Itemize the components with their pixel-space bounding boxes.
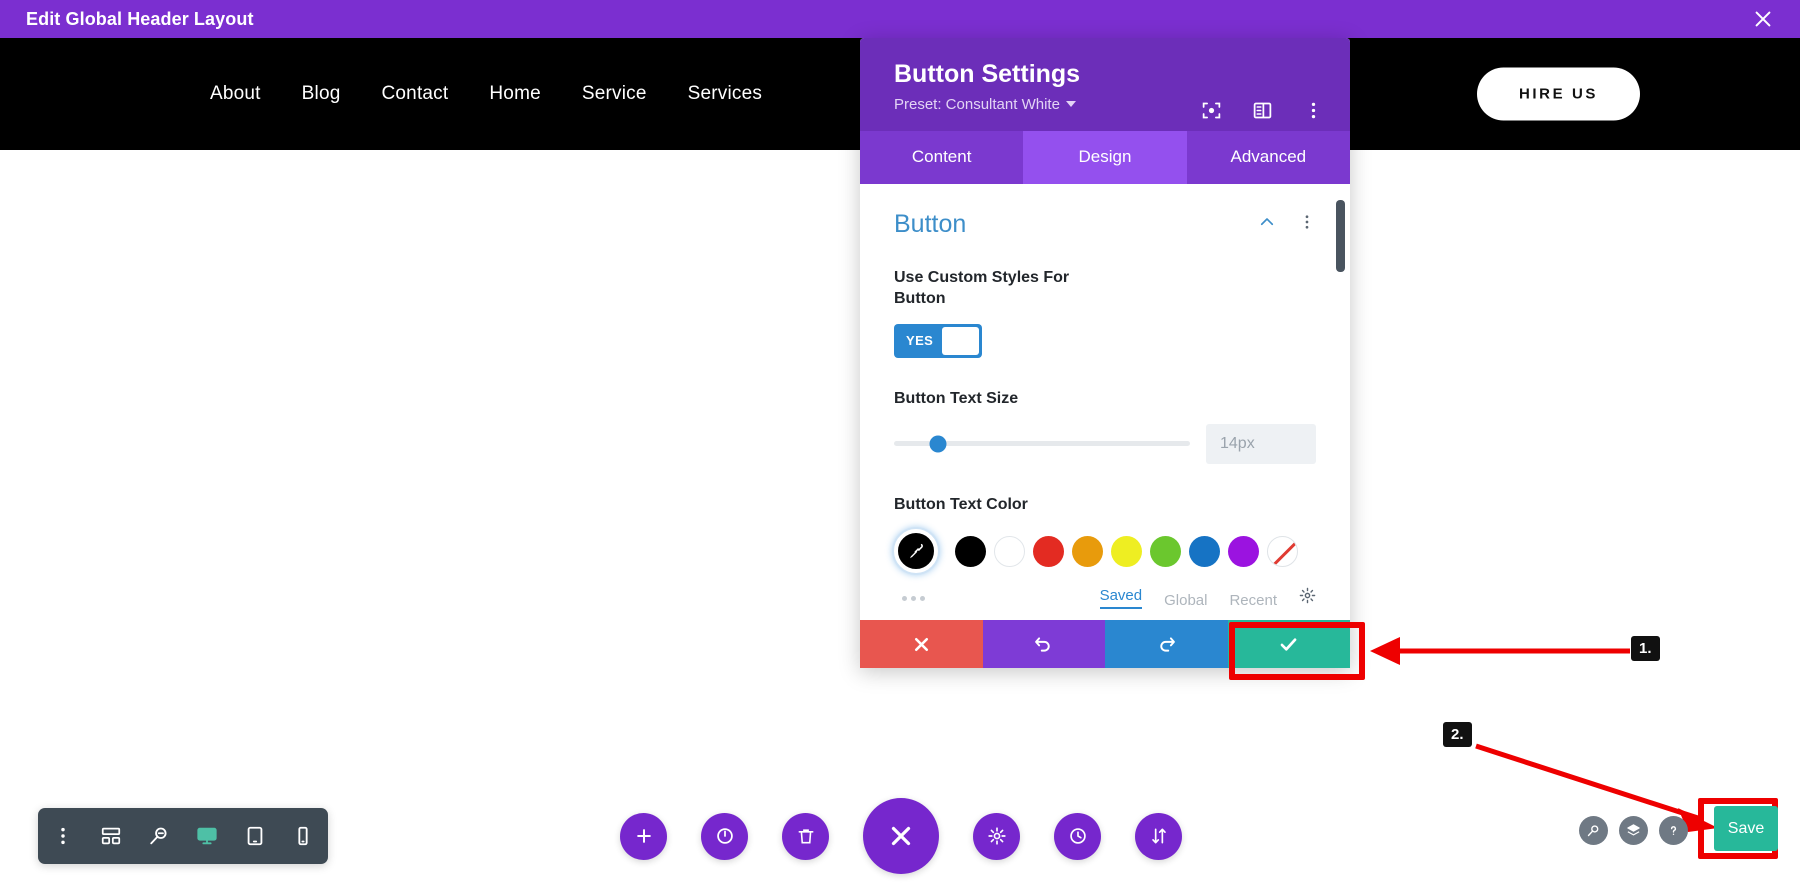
swatch-black[interactable] <box>955 535 986 567</box>
preset-label: Preset: Consultant White <box>894 95 1060 113</box>
desktop-icon[interactable] <box>196 825 218 847</box>
admin-bar: Edit Global Header Layout <box>0 0 1800 38</box>
nav-item-services[interactable]: Services <box>688 83 762 105</box>
color-tab-recent[interactable]: Recent <box>1229 592 1277 609</box>
field-label-text-color: Button Text Color <box>894 495 1028 513</box>
modal-redo-button[interactable] <box>1105 620 1228 668</box>
bottom-left-toolbar <box>38 808 328 864</box>
trash-icon[interactable] <box>782 812 829 860</box>
modal-body: Button Use Custom Styles For Button YES … <box>860 183 1350 620</box>
field-custom-styles: Use Custom Styles For Button YES <box>894 267 1316 358</box>
help-icon[interactable] <box>1659 816 1688 845</box>
text-size-input[interactable]: 14px <box>1206 423 1316 464</box>
site-nav: About Blog Contact Home Service Services <box>210 83 762 105</box>
fullscreen-icon[interactable] <box>1201 100 1222 121</box>
swatch-white[interactable] <box>994 535 1025 567</box>
modal-undo-button[interactable] <box>982 620 1105 668</box>
callout-2: 2. <box>1443 722 1472 747</box>
nav-item-service[interactable]: Service <box>582 83 647 105</box>
field-label-custom-styles: Use Custom Styles For Button <box>894 268 1070 308</box>
tablet-icon[interactable] <box>244 825 266 847</box>
tab-content[interactable]: Content <box>860 130 1024 184</box>
modal-tabs: Content Design Advanced <box>860 130 1350 184</box>
swatch-red[interactable] <box>1033 535 1064 567</box>
wireframe-icon[interactable] <box>100 825 122 847</box>
swatch-blue[interactable] <box>1189 535 1220 567</box>
field-text-size: Button Text Size 14px <box>894 388 1316 464</box>
add-icon[interactable] <box>620 812 667 860</box>
nav-item-contact[interactable]: Contact <box>381 83 448 105</box>
callout-1: 1. <box>1631 636 1660 661</box>
field-label-text-size: Button Text Size <box>894 389 1019 407</box>
toggle-value: YES <box>906 333 934 349</box>
zoom-out-icon[interactable] <box>148 825 170 847</box>
text-size-slider[interactable] <box>894 435 1190 453</box>
more-vertical-icon[interactable] <box>52 825 74 847</box>
nav-item-about[interactable]: About <box>210 83 261 105</box>
page-title: Edit Global Header Layout <box>26 8 254 29</box>
phone-icon[interactable] <box>292 825 314 847</box>
color-tab-saved[interactable]: Saved <box>1099 587 1143 610</box>
color-swatch-footer: Saved Global Recent <box>894 587 1316 610</box>
swatch-none[interactable] <box>1267 535 1298 567</box>
nav-item-blog[interactable]: Blog <box>302 83 341 105</box>
close-icon[interactable] <box>1748 4 1778 34</box>
tab-design[interactable]: Design <box>1023 130 1187 184</box>
tab-advanced[interactable]: Advanced <box>1186 130 1350 184</box>
section-title: Button <box>894 209 967 238</box>
more-vertical-icon[interactable] <box>1303 100 1324 121</box>
text-size-slider-row: 14px <box>894 423 1316 464</box>
section-actions <box>1258 213 1316 236</box>
modal-scrollbar-thumb[interactable] <box>1336 199 1345 272</box>
search-icon[interactable] <box>1579 816 1608 845</box>
nav-item-home[interactable]: Home <box>489 83 540 105</box>
section-more-vertical-icon[interactable] <box>1298 213 1316 236</box>
color-tab-global[interactable]: Global <box>1164 592 1207 609</box>
toggle-knob <box>942 326 979 355</box>
modal-footer <box>860 620 1350 668</box>
bottom-center-toolbar <box>620 798 1182 874</box>
sort-icon[interactable] <box>1135 812 1182 860</box>
page-save-button[interactable]: Save <box>1714 806 1778 851</box>
gear-icon[interactable] <box>1299 587 1316 609</box>
power-icon[interactable] <box>701 812 748 860</box>
modal-save-button[interactable] <box>1227 620 1350 668</box>
hire-us-button[interactable]: HIRE US <box>1476 67 1640 121</box>
button-settings-modal: Button Settings Preset: Consultant White <box>860 38 1350 668</box>
custom-styles-toggle[interactable]: YES <box>894 323 982 358</box>
swatch-purple[interactable] <box>1228 535 1259 567</box>
modal-header-actions <box>1201 100 1324 121</box>
section-header-button: Button <box>894 210 1316 239</box>
field-text-color: Button Text Color Saved Global Recent <box>894 494 1316 610</box>
close-icon[interactable] <box>863 798 939 874</box>
layout-panel-icon[interactable] <box>1252 100 1273 121</box>
color-swatch-list <box>894 529 1316 574</box>
swatch-green[interactable] <box>1150 535 1181 567</box>
swatch-yellow[interactable] <box>1111 535 1142 567</box>
history-icon[interactable] <box>1054 812 1101 860</box>
layers-icon[interactable] <box>1619 816 1648 845</box>
more-horizontal-icon[interactable] <box>902 595 925 601</box>
modal-header: Button Settings Preset: Consultant White <box>860 38 1350 131</box>
modal-title: Button Settings <box>894 60 1081 88</box>
chevron-up-icon[interactable] <box>1258 213 1276 236</box>
eyedropper-icon[interactable] <box>894 529 938 574</box>
swatch-orange[interactable] <box>1072 535 1103 567</box>
gear-icon[interactable] <box>973 812 1020 860</box>
color-source-tabs: Saved Global Recent <box>1099 587 1316 610</box>
modal-cancel-button[interactable] <box>860 620 983 668</box>
text-size-slider-handle[interactable] <box>929 435 947 453</box>
chevron-down-icon <box>1065 101 1076 108</box>
bottom-right-icons <box>1579 816 1688 845</box>
